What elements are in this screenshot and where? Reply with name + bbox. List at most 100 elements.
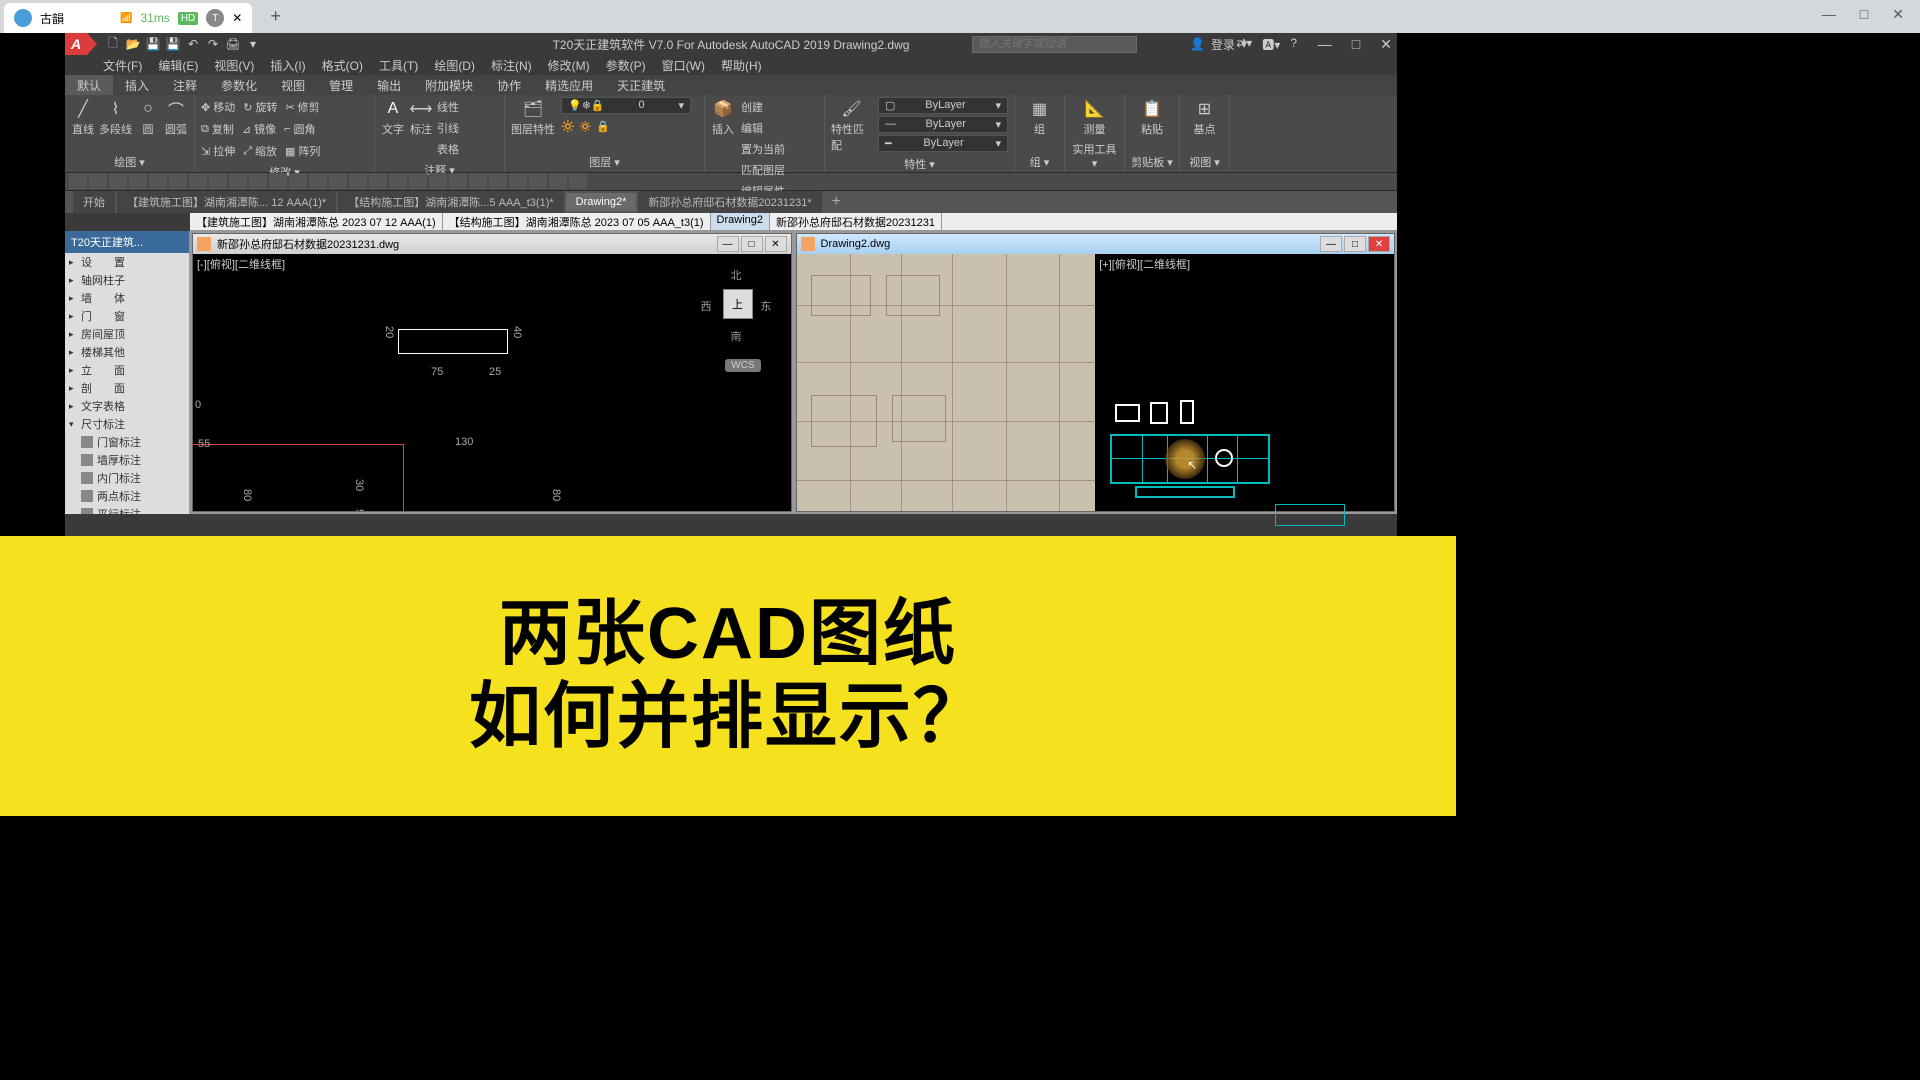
lineweight-dropdown[interactable]: ━ ByLayer▾ [878, 135, 1008, 152]
leader-button[interactable]: 引线 [437, 118, 459, 138]
help-button[interactable]: ? [1290, 36, 1297, 53]
doc-tab-stone[interactable]: 新邵孙总府邸石材数据20231231* [638, 191, 821, 213]
mini-tool[interactable] [209, 173, 227, 189]
dim-button[interactable]: ⟷标注 [409, 97, 433, 159]
mini-tool[interactable] [189, 173, 207, 189]
add-doc-tab[interactable]: + [824, 193, 849, 211]
browser-tab[interactable]: 古韻 📶 31ms HD T ✕ [4, 3, 252, 33]
menu-insert[interactable]: 插入(I) [262, 55, 313, 75]
drawing-minimize-button[interactable]: — [717, 236, 739, 252]
menu-file[interactable]: 文件(F) [95, 55, 150, 75]
minimize-button[interactable]: — [1816, 4, 1842, 25]
arc-button[interactable]: ⌒圆弧 [164, 97, 188, 137]
linetype-dropdown[interactable]: — ByLayer▾ [878, 116, 1008, 133]
mini-tool[interactable] [569, 173, 587, 189]
mini-tool[interactable] [249, 173, 267, 189]
app-icon[interactable]: 🅰▾ [1262, 36, 1280, 53]
mini-tool[interactable] [109, 173, 127, 189]
app-logo-icon[interactable]: A [65, 33, 87, 55]
text-button[interactable]: A文字 [381, 97, 405, 159]
tree-item[interactable]: 平行标注 [65, 505, 189, 514]
layer-tool-3[interactable]: 🔒 [596, 116, 610, 136]
tree-item[interactable]: ▸立 面 [65, 361, 189, 379]
mini-tool[interactable] [349, 173, 367, 189]
tree-item[interactable]: 墙厚标注 [65, 451, 189, 469]
color-dropdown[interactable]: ▢ ByLayer▾ [878, 97, 1008, 114]
insert-block-button[interactable]: 📦插入 [711, 97, 735, 201]
mini-tool[interactable] [489, 173, 507, 189]
tree-item[interactable]: ▾尺寸标注 [65, 415, 189, 433]
layer-props-button[interactable]: 🗂图层特性 [511, 97, 555, 137]
match-layer-button[interactable]: 匹配图层 [741, 160, 785, 180]
match-props-button[interactable]: 🖌特性匹配 [831, 97, 872, 153]
menu-help[interactable]: 帮助(H) [713, 55, 770, 75]
mini-tool[interactable] [69, 173, 87, 189]
close-tab-icon[interactable]: ✕ [232, 11, 242, 25]
qa-more-icon[interactable]: ▾ [245, 36, 261, 52]
doc-tab-struct[interactable]: 【结构施工图】湖南湘潭陈...5 AAA_t3(1)* [338, 191, 563, 213]
mini-tool[interactable] [269, 173, 287, 189]
right-drawing-titlebar[interactable]: Drawing2.dwg — □ ✕ [797, 234, 1395, 254]
line-button[interactable]: ╱直线 [71, 97, 95, 137]
mini-tool[interactable] [469, 173, 487, 189]
qa-print-icon[interactable]: 🖨 [225, 36, 241, 52]
mini-tool[interactable] [289, 173, 307, 189]
mini-tool[interactable] [529, 173, 547, 189]
viewcube[interactable]: 北 南 西 东 上 [701, 264, 771, 354]
exchange-icon[interactable]: ⇄▾ [1236, 36, 1252, 53]
mini-tool[interactable] [309, 173, 327, 189]
polyline-button[interactable]: ⌇多段线 [99, 97, 132, 137]
menu-param[interactable]: 参数(P) [598, 55, 654, 75]
mini-tool[interactable] [429, 173, 447, 189]
app-maximize-button[interactable]: □ [1352, 36, 1360, 53]
drawing-minimize-button[interactable]: — [1320, 236, 1342, 252]
tree-item[interactable]: ▸文字表格 [65, 397, 189, 415]
tab-collab[interactable]: 协作 [485, 75, 533, 95]
new-tab-button[interactable]: + [270, 6, 281, 27]
rotate-button[interactable]: ↻ 旋转 [243, 97, 277, 117]
mini-tool[interactable] [369, 173, 387, 189]
menu-modify[interactable]: 修改(M) [540, 55, 598, 75]
maximize-button[interactable]: □ [1854, 4, 1874, 25]
stretch-button[interactable]: ⇲ 拉伸 [201, 141, 235, 161]
tab-annotate[interactable]: 注释 [161, 75, 209, 95]
doc-tab2-drawing2[interactable]: Drawing2 [711, 213, 770, 230]
layer-tool-1[interactable]: 🔆 [561, 116, 575, 136]
doc-tab2-stone[interactable]: 新邵孙总府邸石材数据20231231 [770, 213, 942, 230]
paste-button[interactable]: 📋粘贴 [1131, 97, 1173, 137]
wcs-badge[interactable]: WCS [725, 359, 760, 372]
tab-output[interactable]: 输出 [365, 75, 413, 95]
measure-button[interactable]: 📐测量 [1071, 97, 1118, 137]
tab-featured[interactable]: 精选应用 [533, 75, 605, 95]
app-minimize-button[interactable]: — [1318, 36, 1332, 53]
fillet-button[interactable]: ⌐ 圆角 [284, 119, 315, 139]
move-button[interactable]: ✥ 移动 [201, 97, 235, 117]
tree-item[interactable]: ▸房间屋顶 [65, 325, 189, 343]
tree-item[interactable]: ▸墙 体 [65, 289, 189, 307]
doc-tab2-arch[interactable]: 【建筑施工图】湖南湘潭陈总 2023 07 12 AAA(1) [190, 213, 443, 230]
tree-item[interactable]: ▸楼梯其他 [65, 343, 189, 361]
menu-window[interactable]: 窗口(W) [654, 55, 713, 75]
qa-open-icon[interactable]: 📂 [125, 36, 141, 52]
group-button[interactable]: ▦组 [1021, 97, 1058, 137]
mini-tool[interactable] [549, 173, 567, 189]
base-button[interactable]: ⊞基点 [1186, 97, 1223, 137]
tree-item[interactable]: ▸设 置 [65, 253, 189, 271]
mini-tool[interactable] [129, 173, 147, 189]
doc-tab-drawing2[interactable]: Drawing2* [566, 193, 637, 211]
tree-item[interactable]: 内门标注 [65, 469, 189, 487]
drawing-maximize-button[interactable]: □ [741, 236, 763, 252]
tab-default[interactable]: 默认 [65, 75, 113, 95]
left-drawing-titlebar[interactable]: 新邵孙总府邸石材数据20231231.dwg — □ ✕ [193, 234, 791, 254]
tab-view[interactable]: 视图 [269, 75, 317, 95]
menu-view[interactable]: 视图(V) [206, 55, 262, 75]
mirror-button[interactable]: ⊿ 镜像 [242, 119, 276, 139]
mini-tool[interactable] [89, 173, 107, 189]
viewcube-top[interactable]: 上 [723, 289, 753, 319]
menu-format[interactable]: 格式(O) [314, 55, 371, 75]
doc-tab-arch[interactable]: 【建筑施工图】湖南湘潭陈... 12 AAA(1)* [117, 191, 336, 213]
menu-dim[interactable]: 标注(N) [483, 55, 540, 75]
viewport-label[interactable]: [+][俯视][二维线框] [1095, 254, 1394, 274]
menu-draw[interactable]: 绘图(D) [426, 55, 483, 75]
doc-tab-start[interactable]: 开始 [73, 191, 115, 213]
